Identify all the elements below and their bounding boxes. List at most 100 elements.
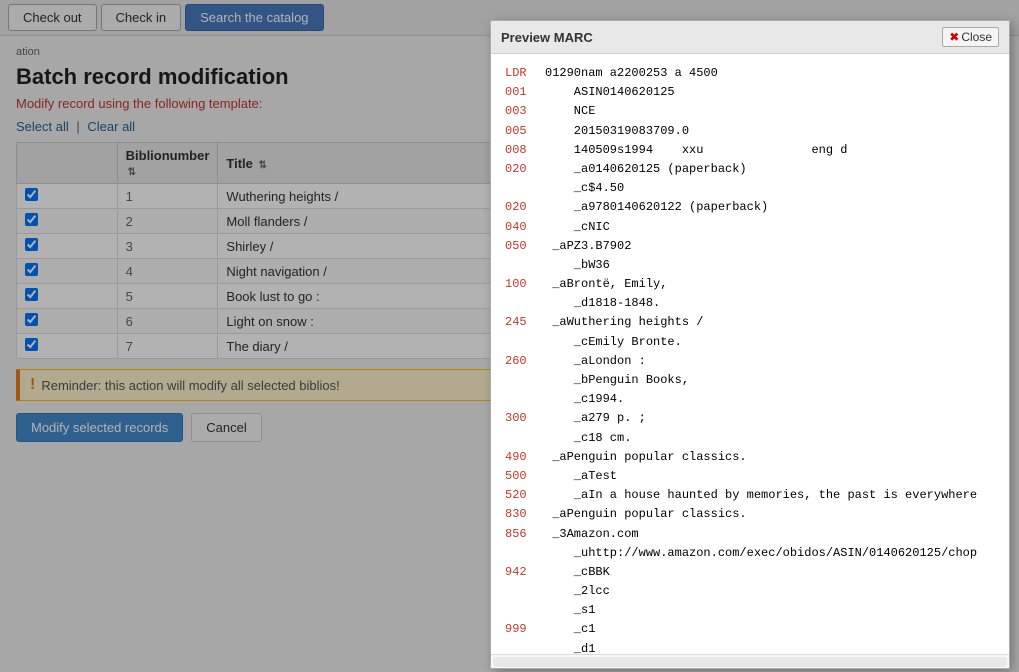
marc-tag: 856 [505,525,545,544]
modal-scrollbar[interactable] [493,657,1007,667]
marc-tag: 490 [505,448,545,467]
marc-data: _aLondon : [545,352,646,371]
marc-line: _d1818-1848. [505,294,995,313]
marc-data: _aBrontë, Emily, [545,275,667,294]
modal-close-btn[interactable]: ✖ Close [942,27,999,47]
marc-data: _bPenguin Books, [545,371,689,390]
marc-line: _uhttp://www.amazon.com/exec/obidos/ASIN… [505,544,995,563]
marc-tag: 003 [505,102,545,121]
preview-marc-modal: Preview MARC ✖ Close LDR01290nam a220025… [490,20,1010,669]
marc-tag: 500 [505,467,545,486]
marc-line: _c1994. [505,390,995,409]
marc-data: _c18 cm. [545,429,631,448]
marc-line: _bW36 [505,256,995,275]
marc-line: 001 ASIN0140620125 [505,83,995,102]
marc-tag [505,256,545,275]
marc-data: _uhttp://www.amazon.com/exec/obidos/ASIN… [545,544,977,563]
marc-data: _a9780140620122 (paperback) [545,198,768,217]
modal-title: Preview MARC [501,30,593,45]
marc-data: _c1 [545,620,595,639]
marc-tag: 260 [505,352,545,371]
marc-line: 050 _aPZ3.B7902 [505,237,995,256]
marc-line: _2lcc [505,582,995,601]
marc-tag [505,582,545,601]
marc-tag [505,640,545,654]
marc-line: 260 _aLondon : [505,352,995,371]
marc-line: _s1 [505,601,995,620]
marc-tag: 008 [505,141,545,160]
modal-body: LDR01290nam a2200253 a 4500001 ASIN01406… [491,54,1009,654]
marc-data: 20150319083709.0 [545,122,689,141]
marc-data: _cNIC [545,218,610,237]
marc-line: _c$4.50 [505,179,995,198]
marc-line: 500 _aTest [505,467,995,486]
marc-line: 999 _c1 [505,620,995,639]
marc-data: _c1994. [545,390,624,409]
marc-tag [505,390,545,409]
marc-tag [505,333,545,352]
modal-header: Preview MARC ✖ Close [491,21,1009,54]
marc-line: 008 140509s1994 xxu eng d [505,141,995,160]
marc-data: _cEmily Bronte. [545,333,682,352]
marc-data: 140509s1994 xxu eng d [545,141,847,160]
marc-tag: 245 [505,313,545,332]
marc-data: _a279 p. ; [545,409,646,428]
marc-tag: 040 [505,218,545,237]
marc-tag: 020 [505,160,545,179]
marc-line: 520 _aIn a house haunted by memories, th… [505,486,995,505]
marc-tag: 100 [505,275,545,294]
marc-line: 040 _cNIC [505,218,995,237]
marc-tag: 050 [505,237,545,256]
marc-tag [505,429,545,448]
marc-line: 003 NCE [505,102,995,121]
marc-data: _aTest [545,467,617,486]
marc-data: NCE [545,102,595,121]
marc-data: _aIn a house haunted by memories, the pa… [545,486,977,505]
modal-close-icon: ✖ [949,30,959,44]
marc-tag [505,601,545,620]
marc-line: 020 _a0140620125 (paperback) [505,160,995,179]
marc-data: 01290nam a2200253 a 4500 [545,64,718,83]
marc-tag: 300 [505,409,545,428]
marc-tag: 020 [505,198,545,217]
marc-line: LDR01290nam a2200253 a 4500 [505,64,995,83]
marc-tag [505,544,545,563]
marc-data: _aPZ3.B7902 [545,237,631,256]
marc-line: 245 _aWuthering heights / [505,313,995,332]
marc-data: _bW36 [545,256,610,275]
marc-line: 020 _a9780140620122 (paperback) [505,198,995,217]
marc-tag: 830 [505,505,545,524]
marc-line: 490 _aPenguin popular classics. [505,448,995,467]
marc-data: ASIN0140620125 [545,83,675,102]
modal-close-label: Close [961,30,992,44]
modal-footer [491,654,1009,668]
marc-data: _d1 [545,640,595,654]
marc-tag: 999 [505,620,545,639]
marc-data: _3Amazon.com [545,525,639,544]
marc-tag: 001 [505,83,545,102]
marc-line: 100 _aBrontë, Emily, [505,275,995,294]
marc-line: _d1 [505,640,995,654]
marc-data: _cBBK [545,563,610,582]
marc-line: 300 _a279 p. ; [505,409,995,428]
marc-data: _c$4.50 [545,179,624,198]
marc-tag: 520 [505,486,545,505]
marc-line: 942 _cBBK [505,563,995,582]
marc-line: 830 _aPenguin popular classics. [505,505,995,524]
marc-data: _d1818-1848. [545,294,660,313]
marc-line: _bPenguin Books, [505,371,995,390]
marc-tag [505,179,545,198]
marc-data: _s1 [545,601,595,620]
marc-tag: 942 [505,563,545,582]
marc-tag [505,294,545,313]
marc-data: _aPenguin popular classics. [545,505,747,524]
marc-tag [505,371,545,390]
marc-data: _2lcc [545,582,610,601]
marc-tag: 005 [505,122,545,141]
marc-line: _cEmily Bronte. [505,333,995,352]
marc-line: 005 20150319083709.0 [505,122,995,141]
marc-line: _c18 cm. [505,429,995,448]
marc-line: 856 _3Amazon.com [505,525,995,544]
marc-tag: LDR [505,64,545,83]
marc-data: _a0140620125 (paperback) [545,160,747,179]
